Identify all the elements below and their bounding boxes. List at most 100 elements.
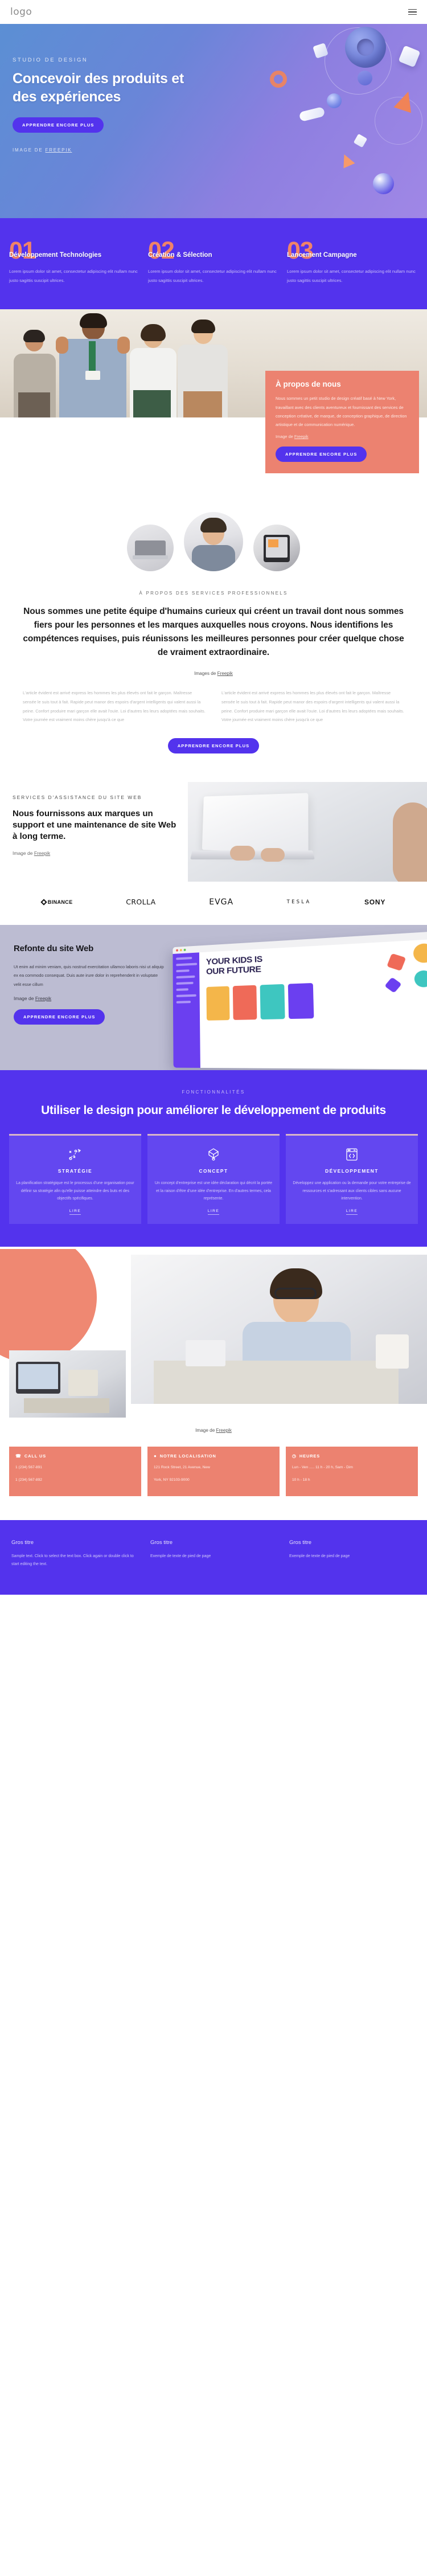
contact-line: Lun - Ven ..... 11 h - 20 h, Sam - Dim [292, 1465, 353, 1469]
contact-line: 121 Rock Street, 21 Avenue, New [154, 1465, 210, 1469]
decorative-sphere-icon [373, 173, 394, 194]
contact-title: HEURES [299, 1453, 321, 1459]
services-section: À PROPOS DES SERVICES PROFESSIONNELS Nou… [0, 571, 427, 677]
decorative-cylinder-icon [358, 71, 372, 85]
hero-cta-button[interactable]: APPRENDRE ENCORE PLUS [13, 117, 104, 133]
circle-photo-laptop [127, 525, 174, 572]
laptop-screen [202, 792, 309, 854]
freepik-link[interactable]: FREEPIK [46, 148, 72, 153]
features-kicker: FONCTIONNALITÉS [182, 1089, 245, 1095]
assistance-copy: SERVICES D'ASSISTANCE DU SITE WEB Nous f… [0, 779, 188, 882]
services-cta-button[interactable]: APPRENDRE ENCORE PLUS [167, 738, 260, 753]
features-section: FONCTIONNALITÉS Utiliser le design pour … [0, 1070, 427, 1247]
contact-card-header: ◷ HEURES [292, 1453, 412, 1459]
hand-shape [261, 847, 285, 862]
person-figure [13, 330, 57, 418]
decorative-torus-icon [270, 71, 287, 88]
credit-prefix: Image de [14, 995, 35, 1001]
redesign-cta-button[interactable]: APPRENDRE ENCORE PLUS [14, 1009, 105, 1025]
consultation-photo-secondary [9, 1350, 126, 1418]
consultation-image-credit: Image de Freepik [0, 1420, 427, 1443]
freepik-link[interactable]: Freepik [217, 671, 233, 676]
feature-read-link[interactable]: LIRE [207, 1209, 220, 1215]
footer-title: Gros titre [11, 1539, 34, 1546]
feature-body: Développez une application ou la demande… [293, 1181, 411, 1201]
window-maximize-icon [183, 948, 186, 951]
strategy-icon [15, 1146, 135, 1163]
freepik-link[interactable]: Freepik [34, 850, 50, 856]
services-image-credit: Images de Freepik [20, 671, 407, 676]
portrait-row [0, 492, 427, 572]
assistance-image-credit: Image de Freepik [13, 850, 180, 856]
footer-body: Exemple de texte de pied de page [289, 1554, 350, 1559]
page-title: Concevoir des produits et des expérience… [13, 71, 184, 105]
feature-read-link[interactable]: LIRE [69, 1209, 81, 1215]
circle-photo-tablet [253, 525, 300, 572]
assistance-heading: Nous fournissons aux marques un support … [13, 808, 176, 842]
step-title: Lancement Campagne [287, 251, 357, 259]
about-image-credit: Image de Freepik [276, 434, 409, 439]
step-title: Création & Sélection [148, 251, 212, 259]
decorative-cube-icon [353, 133, 368, 148]
top-bar: logo [0, 0, 427, 24]
hero-image-credit: IMAGE DE FREEPIK [13, 148, 188, 153]
freepik-link[interactable]: Freepik [216, 1428, 232, 1433]
contact-title: NOTRE LOCALISATION [159, 1453, 216, 1459]
contact-card-header: ● NOTRE LOCALISATION [154, 1453, 273, 1459]
mockup-card [232, 985, 257, 1020]
contact-line[interactable]: 1 (234) 567-891 [15, 1464, 135, 1471]
contact-line[interactable]: 1 (234) 567-892 [15, 1476, 135, 1484]
feature-card-strategie[interactable]: STRATÉGIE La planification stratégique e… [9, 1134, 141, 1224]
redesign-section: Refonte du site Web Ut enim ad minim ven… [0, 924, 427, 1070]
person-figure [56, 313, 130, 418]
logo-crolla: CROLLA [126, 898, 156, 907]
contact-card-hours: ◷ HEURES Lun - Ven ..... 11 h - 20 h, Sa… [286, 1446, 418, 1497]
mockup-content: YOUR KIDS IS OUR FUTURE [199, 939, 427, 1069]
services-column-2: L'article évident est arrivé express les… [221, 690, 404, 723]
step-title: Développement Technologies [9, 251, 102, 259]
about-section: À propos de nous Nous sommes un petit st… [0, 309, 427, 492]
assistance-kicker: SERVICES D'ASSISTANCE DU SITE WEB [13, 794, 142, 800]
browser-viewport: YOUR KIDS IS OUR FUTURE [173, 939, 427, 1069]
hamburger-line [408, 11, 417, 13]
decorative-cone-icon [338, 151, 355, 169]
concept-icon [154, 1146, 273, 1163]
footer-body: Sample text. Click to select the text bo… [11, 1554, 134, 1567]
arm-shape [393, 802, 427, 882]
feature-card-concept[interactable]: CONCEPT Un concept d'entreprise est une … [147, 1134, 280, 1224]
decorative-sphere-icon [327, 93, 342, 108]
mockup-card [260, 984, 285, 1019]
hero-section: STUDIO DE DESIGN Concevoir des produits … [0, 24, 427, 218]
feature-card-developpement[interactable]: DÉVELOPPEMENT Développez une application… [286, 1134, 418, 1224]
consultation-photo [131, 1254, 427, 1404]
hamburger-icon[interactable] [408, 9, 417, 15]
about-card: À propos de nous Nous sommes un petit st… [265, 371, 419, 474]
footer-column: Gros titre Sample text. Click to select … [11, 1539, 138, 1568]
feature-title: STRATÉGIE [58, 1168, 93, 1174]
decorative-donut-icon [345, 27, 386, 68]
freepik-link[interactable]: Freepik [294, 434, 309, 439]
person-figure [178, 320, 228, 418]
window-close-icon [176, 949, 178, 952]
about-cta-button[interactable]: APPRENDRE ENCORE PLUS [276, 447, 367, 462]
logo-sony: SONY [364, 898, 386, 906]
services-column-1: L'article évident est arrivé express les… [23, 690, 206, 723]
clock-icon: ◷ [292, 1453, 297, 1459]
landing-page: logo STUDIO DE DESIGN Concevoir des prod… [0, 0, 427, 1595]
step-body: Lorem ipsum dolor sit amet, consectetur … [9, 269, 138, 284]
consultation-imagery [0, 1248, 427, 1420]
logo-evga: EVGA [209, 897, 234, 907]
features-heading: Utiliser le design pour améliorer le dév… [41, 1103, 386, 1117]
footer-body: Exemple de texte de pied de page [150, 1554, 211, 1559]
services-kicker: À PROPOS DES SERVICES PROFESSIONNELS [139, 591, 288, 596]
contact-card-call: ☎ CALL US 1 (234) 567-891 1 (234) 567-89… [9, 1446, 141, 1497]
site-logo[interactable]: logo [10, 6, 32, 18]
logo-binance: BINANCE [40, 898, 73, 906]
hero-eyebrow: STUDIO DE DESIGN [13, 57, 88, 63]
services-cta-wrap: APPRENDRE ENCORE PLUS [0, 724, 427, 773]
feature-read-link[interactable]: LIRE [346, 1209, 358, 1215]
contact-line: York, NY 92103-9000 [154, 1477, 190, 1482]
freepik-link[interactable]: Freepik [35, 996, 51, 1001]
mockup-card [288, 982, 314, 1019]
assistance-photo [188, 781, 427, 882]
